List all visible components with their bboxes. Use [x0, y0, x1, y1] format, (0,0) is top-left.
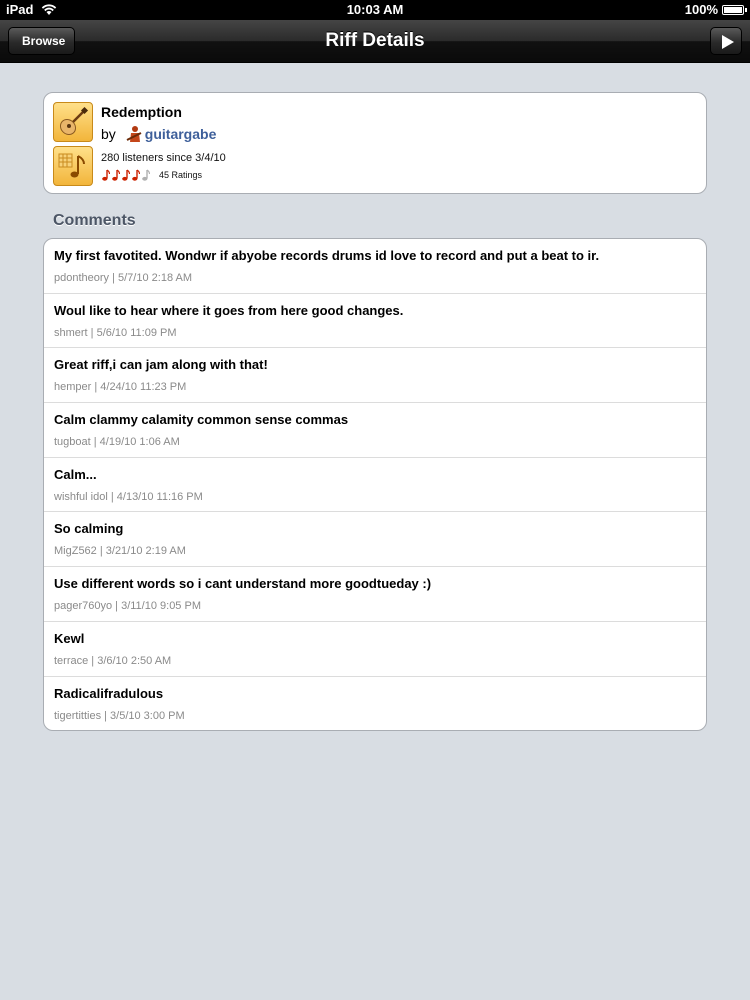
comment-meta: MigZ562 | 3/21/10 2:19 AM: [54, 545, 186, 558]
rating-note-filled-icon: [102, 169, 110, 181]
comment-text: Calm...: [54, 466, 97, 482]
comment-meta: pdontheory | 5/7/10 2:18 AM: [54, 272, 193, 284]
comment-row[interactable]: My first favotited. Wondwr if abyobe rec…: [44, 239, 706, 294]
comment-text: Calm clammy calamity common sense commas: [54, 412, 349, 428]
rating-note-filled-icon: [112, 169, 120, 181]
comment-row[interactable]: Radicalifradulous tigertitties | 3/5/10 3…: [44, 677, 706, 731]
comment-row[interactable]: Kewl terrace | 3/6/10 2:50 AM: [44, 622, 706, 677]
by-line: by guitargabe: [101, 125, 216, 143]
status-bar: iPad 10:03 AM 100%: [0, 0, 750, 20]
page-title: Riff Details: [325, 30, 425, 51]
comment-row[interactable]: So calming MigZ562 | 3/21/10 2:19 AM: [44, 512, 706, 568]
comment-text: Woul like to hear where it goes from her…: [54, 302, 404, 318]
navigation-bar: Browse Riff Details: [0, 20, 750, 63]
comment-meta: hemper | 4/24/10 11:23 PM: [54, 381, 187, 394]
comments-header: Comments: [53, 212, 136, 229]
rating-note-filled-icon: [132, 169, 140, 181]
guitarist-avatar-icon: [126, 126, 142, 142]
comment-text: Use different words so i cant understand…: [54, 576, 432, 592]
battery-icon: [722, 4, 747, 15]
guitar-thumbnail: [53, 102, 93, 142]
comment-row[interactable]: Calm clammy calamity common sense commas…: [44, 403, 706, 458]
riff-title: Redemption: [101, 104, 182, 120]
comment-row[interactable]: Great riff,i can jam along with that! hem…: [44, 348, 706, 404]
guitar-icon: [59, 106, 89, 136]
comment-meta: tugboat | 4/19/10 1:06 AM: [54, 436, 180, 449]
comment-meta: shmert | 5/6/10 11:09 PM: [54, 326, 177, 339]
comment-meta: terrace | 3/6/10 2:50 AM: [54, 654, 172, 667]
comment-text: My first favotited. Wondwr if abyobe rec…: [54, 248, 600, 263]
play-icon: [722, 35, 734, 49]
music-thumbnail: [53, 146, 93, 186]
riff-info-card: Redemption by guitargabe 280 listeners s…: [43, 92, 707, 194]
comment-meta: tigertitties | 3/5/10 3:00 PM: [54, 709, 185, 722]
comment-row[interactable]: Calm... wishful idol | 4/13/10 11:16 PM: [44, 458, 706, 513]
rating-note-filled-icon: [122, 169, 130, 181]
comments-list: My first favotited. Wondwr if abyobe rec…: [43, 238, 707, 731]
ratings-count: 45 Ratings: [159, 170, 203, 180]
comment-meta: pager760yo | 3/11/10 9:05 PM: [54, 600, 201, 613]
comment-row[interactable]: Use different words so i cant understand…: [44, 567, 706, 622]
rating-row: 45 Ratings: [101, 169, 202, 181]
listeners-count: 280 listeners since 3/4/10: [101, 152, 226, 164]
comment-text: Radicalifradulous: [54, 685, 164, 701]
comment-text: Kewl: [54, 630, 85, 646]
music-note-icon: [58, 153, 85, 178]
comment-text: Great riff,i can jam along with that!: [54, 357, 268, 373]
rating-note-empty-icon: [142, 169, 150, 181]
author-link[interactable]: guitargabe: [145, 126, 217, 142]
play-button[interactable]: [710, 27, 742, 55]
by-label: by: [101, 126, 116, 142]
comment-text: So calming: [54, 521, 124, 537]
status-time: 10:03 AM: [346, 2, 404, 17]
comment-row[interactable]: Woul like to hear where it goes from her…: [44, 294, 706, 349]
comment-meta: wishful idol | 4/13/10 11:16 PM: [54, 490, 203, 503]
rating-notes: [101, 169, 151, 181]
battery-percent: 100%: [684, 2, 718, 17]
